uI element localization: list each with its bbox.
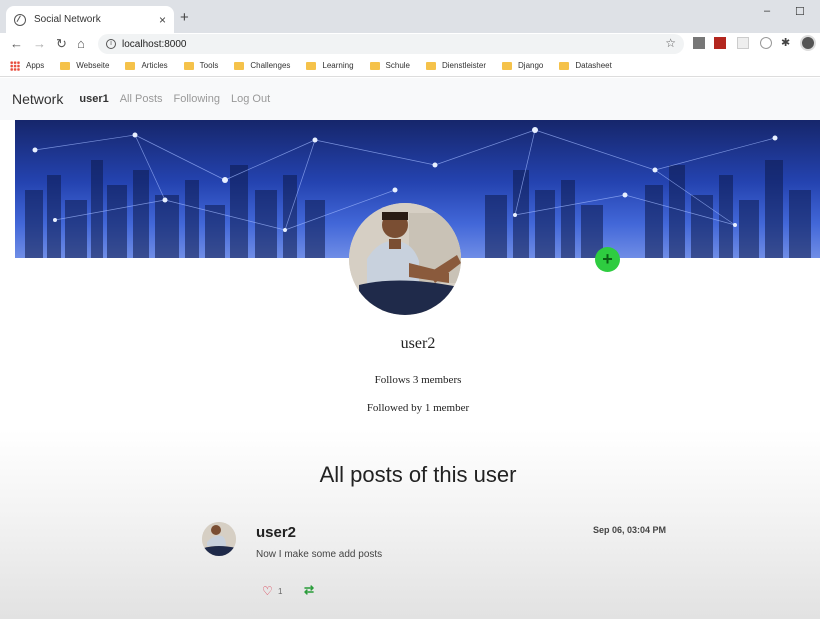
like-count: 1 bbox=[278, 587, 283, 596]
close-tab-icon[interactable]: × bbox=[159, 13, 166, 27]
bookmark-folder[interactable]: Articles bbox=[125, 61, 168, 70]
url-text: localhost:8000 bbox=[122, 38, 187, 50]
bookmark-folder[interactable]: Learning bbox=[306, 61, 354, 70]
browser-toolbar: ← → ↻ ⌂ i localhost:8000 ☆ ✱ bbox=[0, 33, 820, 55]
nav-current-user[interactable]: user1 bbox=[79, 93, 108, 105]
folder-icon bbox=[183, 61, 194, 70]
bookmark-folder[interactable]: Datasheet bbox=[559, 61, 612, 70]
profile-picture bbox=[349, 203, 461, 315]
extension-icon[interactable] bbox=[760, 37, 772, 49]
extension-icon[interactable] bbox=[693, 37, 705, 49]
bookmark-folder[interactable]: Challenges bbox=[234, 61, 290, 70]
new-tab-button[interactable]: + bbox=[180, 9, 189, 26]
folder-icon bbox=[426, 61, 436, 70]
info-icon[interactable]: i bbox=[106, 39, 116, 49]
nav-all-posts[interactable]: All Posts bbox=[120, 93, 163, 105]
back-icon[interactable]: ← bbox=[10, 36, 23, 51]
site-navbar: Network user1 All Posts Following Log Ou… bbox=[0, 78, 820, 120]
person-photo bbox=[349, 203, 461, 315]
folder-icon bbox=[559, 61, 570, 70]
post-username[interactable]: user2 bbox=[256, 524, 296, 541]
bookmark-star-icon[interactable]: ☆ bbox=[665, 36, 676, 50]
globe-icon bbox=[14, 13, 26, 26]
maximize-button[interactable]: ☐ bbox=[795, 5, 805, 18]
folder-icon bbox=[234, 61, 245, 70]
folder-icon bbox=[502, 61, 513, 70]
pdf-extension-icon[interactable] bbox=[714, 37, 726, 49]
brand-link[interactable]: Network bbox=[12, 91, 63, 107]
home-icon[interactable]: ⌂ bbox=[77, 36, 85, 51]
bookmark-apps[interactable]: Apps bbox=[10, 60, 44, 71]
folder-icon bbox=[306, 61, 317, 70]
profile-username: user2 bbox=[400, 335, 436, 352]
nav-logout[interactable]: Log Out bbox=[231, 93, 270, 105]
bookmark-folder[interactable]: Dienstleister bbox=[426, 61, 486, 70]
bookmark-folder[interactable]: Django bbox=[502, 61, 543, 70]
folder-icon bbox=[369, 61, 380, 70]
bookmarks-bar: Apps Webseite Articles Tools Challenges … bbox=[0, 55, 820, 77]
browser-tab-bar: Social Network × + ‒ ☐ bbox=[0, 0, 820, 33]
person-photo bbox=[202, 522, 236, 556]
minimize-button[interactable]: ‒ bbox=[764, 5, 770, 17]
bookmark-folder[interactable]: Tools bbox=[183, 61, 218, 70]
followers-count: Followed by 1 member bbox=[366, 402, 470, 414]
post-date: Sep 06, 03:04 PM bbox=[592, 525, 666, 535]
folder-icon bbox=[60, 61, 71, 70]
browser-profile-avatar[interactable] bbox=[800, 35, 816, 51]
reload-icon[interactable]: ↻ bbox=[56, 36, 67, 52]
bookmark-folder[interactable]: Schule bbox=[369, 61, 410, 70]
address-bar[interactable]: i localhost:8000 ☆ bbox=[98, 34, 684, 54]
tab-title: Social Network bbox=[34, 14, 101, 25]
posts-section-title: All posts of this user bbox=[319, 462, 517, 487]
post-avatar[interactable] bbox=[202, 522, 236, 556]
puzzle-icon[interactable]: ✱ bbox=[781, 37, 793, 49]
follows-count: Follows 3 members bbox=[374, 374, 462, 386]
repost-icon[interactable]: ⇄ bbox=[304, 583, 314, 597]
bookmark-folder[interactable]: Webseite bbox=[60, 61, 109, 70]
heart-icon[interactable]: ♡ bbox=[262, 584, 273, 598]
extension-icon[interactable] bbox=[737, 37, 749, 49]
browser-tab[interactable]: Social Network × bbox=[6, 6, 174, 33]
nav-following[interactable]: Following bbox=[174, 93, 220, 105]
post-card: user2 Sep 06, 03:04 PM Now I make some a… bbox=[200, 520, 670, 610]
apps-grid-icon bbox=[10, 60, 20, 71]
post-content: Now I make some add posts bbox=[256, 549, 383, 560]
folder-icon bbox=[125, 61, 136, 70]
forward-icon[interactable]: → bbox=[33, 36, 46, 51]
follow-button[interactable]: + bbox=[595, 247, 620, 272]
